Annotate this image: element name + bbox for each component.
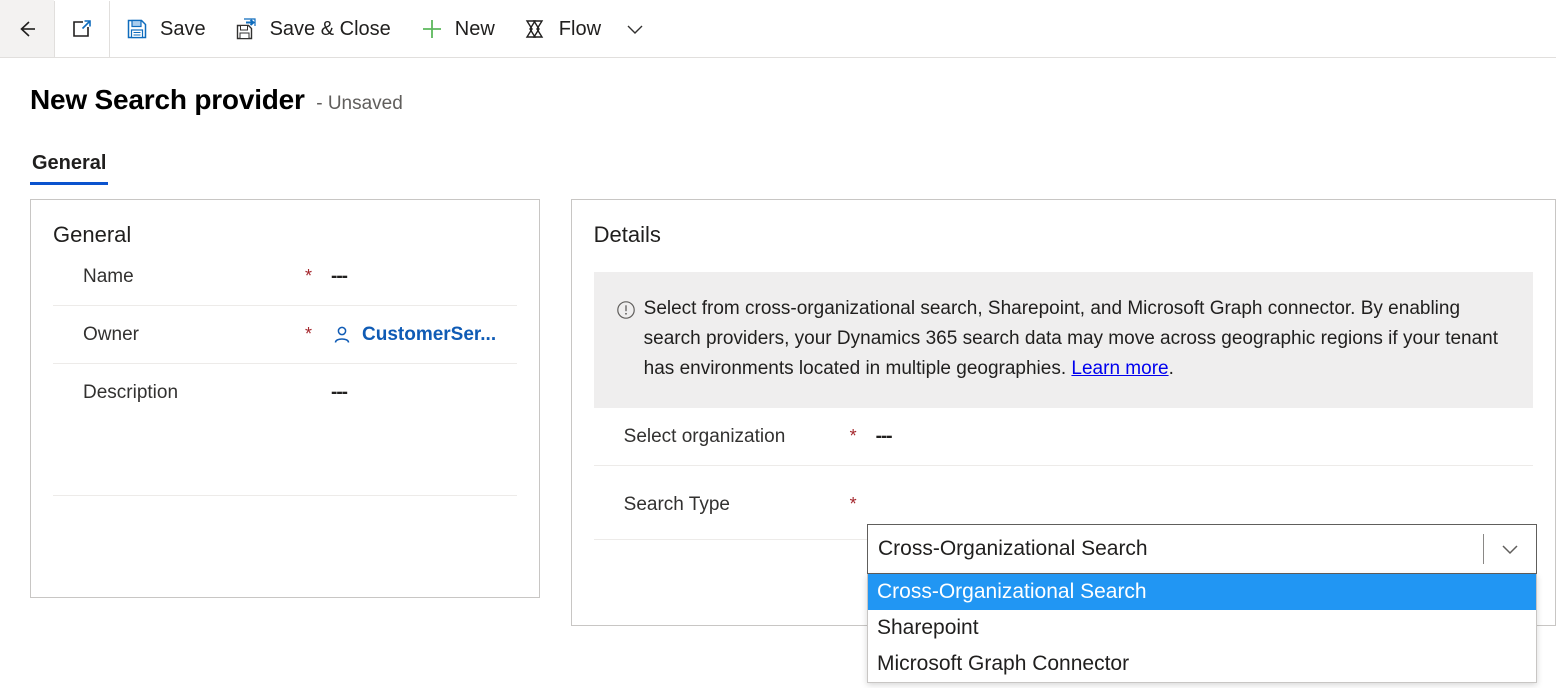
field-row-name: Name * --- xyxy=(53,248,517,306)
name-field-label: Name xyxy=(83,266,134,287)
select-organization-value-text: --- xyxy=(875,426,893,447)
pop-out-icon xyxy=(69,16,95,42)
owner-field-value[interactable]: CustomerSer... xyxy=(331,324,517,346)
description-required-indicator: * xyxy=(305,382,331,402)
chevron-down-icon xyxy=(624,18,646,40)
select-organization-value[interactable]: --- xyxy=(876,426,1533,448)
overflow-chevron-button[interactable] xyxy=(615,0,655,57)
name-required-indicator: * xyxy=(305,266,313,286)
save-and-close-label: Save & Close xyxy=(269,18,391,40)
details-section-title: Details xyxy=(593,222,661,247)
search-type-combobox[interactable]: Cross-Organizational Search xyxy=(867,524,1537,574)
dropdown-option-cross-organizational-search[interactable]: Cross-Organizational Search xyxy=(868,574,1536,610)
save-button-label: Save xyxy=(160,18,206,40)
dropdown-option-label: Sharepoint xyxy=(877,616,979,639)
general-fields: Name * --- Owner * CustomerSer... Descri… xyxy=(31,248,539,496)
new-button[interactable]: New xyxy=(405,0,509,57)
flow-button[interactable]: Flow xyxy=(509,0,615,57)
search-type-selected-value: Cross-Organizational Search xyxy=(878,537,1148,560)
tab-strip: General xyxy=(0,141,1556,185)
info-circle-icon xyxy=(616,294,636,320)
back-arrow-icon xyxy=(14,16,40,42)
plus-icon xyxy=(419,16,445,42)
dropdown-option-sharepoint[interactable]: Sharepoint xyxy=(868,610,1536,646)
command-bar: Save Save & Close New Flow xyxy=(0,0,1556,58)
name-field-value[interactable]: --- xyxy=(331,266,517,288)
dropdown-option-microsoft-graph-connector[interactable]: Microsoft Graph Connector xyxy=(868,646,1536,682)
new-button-label: New xyxy=(454,18,495,40)
flow-icon xyxy=(523,16,549,42)
dropdown-option-label: Microsoft Graph Connector xyxy=(877,652,1130,675)
save-button[interactable]: Save xyxy=(110,0,220,57)
select-organization-required-indicator: * xyxy=(849,426,857,446)
description-field-value[interactable]: --- xyxy=(331,382,517,404)
field-row-owner: Owner * CustomerSer... xyxy=(53,306,517,364)
flow-button-label: Flow xyxy=(558,18,602,40)
search-type-label: Search Type xyxy=(623,494,730,515)
description-field-label: Description xyxy=(83,382,179,403)
owner-field-label: Owner xyxy=(83,324,139,345)
field-row-select-organization: Select organization * --- xyxy=(593,408,1533,466)
page-title: New Search provider xyxy=(30,84,305,115)
owner-name-text: CustomerSer... xyxy=(362,324,497,345)
back-button[interactable] xyxy=(0,0,54,57)
general-section-card: General Name * --- Owner * CustomerSer..… xyxy=(30,199,540,598)
tab-general[interactable]: General xyxy=(30,152,109,185)
owner-lookup-chip[interactable]: CustomerSer... xyxy=(331,324,517,346)
person-icon xyxy=(331,324,353,346)
select-organization-label: Select organization xyxy=(623,426,786,447)
general-section-title: General xyxy=(53,222,132,247)
page-header: New Search provider - Unsaved xyxy=(0,58,1556,116)
learn-more-link[interactable]: Learn more xyxy=(1071,358,1168,379)
info-banner-period: . xyxy=(1168,358,1174,379)
save-and-close-icon xyxy=(234,16,260,42)
tab-general-label: General xyxy=(32,152,107,174)
field-row-description: Description * --- xyxy=(53,364,517,496)
description-value-text: --- xyxy=(331,382,348,403)
search-type-combobox-wrapper: Cross-Organizational Search Cross-Organi… xyxy=(867,524,1537,683)
combobox-chevron-down-icon[interactable] xyxy=(1484,537,1536,561)
name-value-text: --- xyxy=(331,266,348,287)
search-type-required-indicator: * xyxy=(849,494,857,514)
unsaved-status: - Unsaved xyxy=(316,93,403,114)
save-floppy-icon xyxy=(124,16,150,42)
owner-required-indicator: * xyxy=(305,324,313,344)
dropdown-option-label: Cross-Organizational Search xyxy=(877,580,1147,603)
save-and-close-button[interactable]: Save & Close xyxy=(220,0,405,57)
pop-out-button[interactable] xyxy=(55,0,109,57)
info-banner: Select from cross-organizational search,… xyxy=(593,272,1533,408)
info-banner-text: Select from cross-organizational search,… xyxy=(644,294,1509,384)
search-type-dropdown-list: Cross-Organizational Search Sharepoint M… xyxy=(867,574,1537,683)
